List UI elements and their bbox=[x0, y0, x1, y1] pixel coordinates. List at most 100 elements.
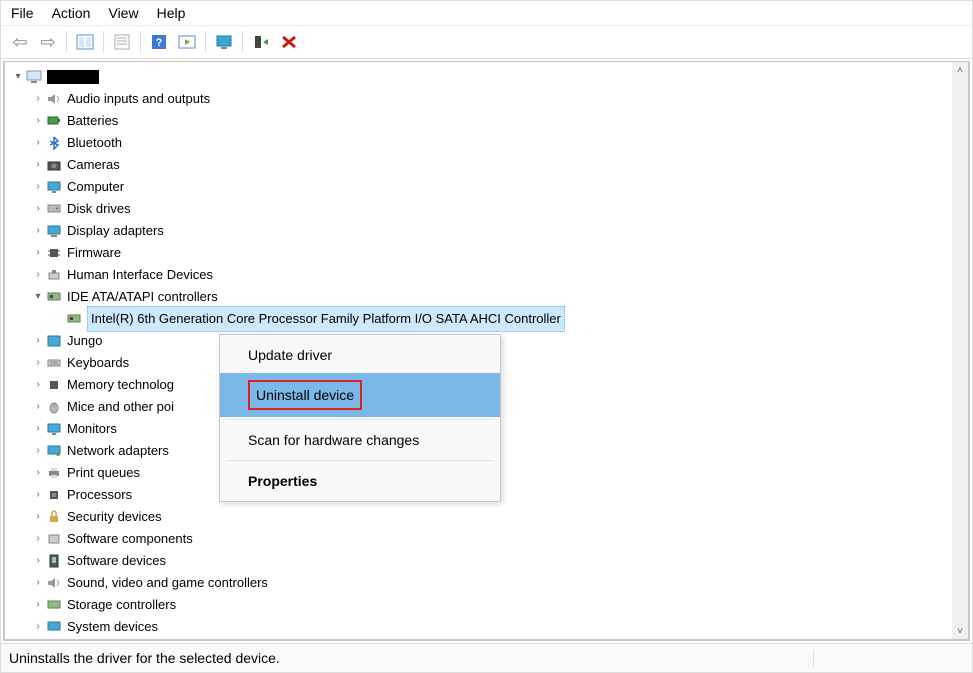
tree-category-system[interactable]: › System devices bbox=[5, 616, 968, 638]
expand-icon[interactable]: › bbox=[31, 264, 45, 286]
scan-hardware-button[interactable] bbox=[211, 30, 237, 54]
network-icon bbox=[45, 443, 63, 459]
panel-icon bbox=[76, 34, 94, 50]
expand-icon[interactable]: › bbox=[31, 484, 45, 506]
uninstall-button[interactable] bbox=[276, 30, 302, 54]
tree-category-sw-components[interactable]: › Software components bbox=[5, 528, 968, 550]
statusbar: Uninstalls the driver for the selected d… bbox=[1, 643, 972, 672]
expand-icon[interactable]: › bbox=[31, 176, 45, 198]
expand-icon[interactable]: › bbox=[31, 242, 45, 264]
tree-label: Network adapters bbox=[67, 440, 175, 462]
tree-category-cameras[interactable]: › Cameras bbox=[5, 154, 968, 176]
expand-icon[interactable]: › bbox=[31, 198, 45, 220]
hid-icon bbox=[45, 267, 63, 283]
context-menu: Update driver Uninstall device Scan for … bbox=[219, 334, 501, 502]
expand-icon[interactable]: › bbox=[31, 418, 45, 440]
status-separator bbox=[813, 650, 814, 666]
tree-category-storage[interactable]: › Storage controllers bbox=[5, 594, 968, 616]
help-button[interactable]: ? bbox=[146, 30, 172, 54]
expand-icon[interactable]: › bbox=[31, 616, 45, 638]
tree-label: Batteries bbox=[67, 110, 124, 132]
tree-label: System devices bbox=[67, 616, 164, 638]
scroll-down-icon[interactable]: ˅ bbox=[952, 623, 968, 639]
tree-category-ide-ata[interactable]: ▾ IDE ATA/ATAPI controllers bbox=[5, 286, 968, 308]
expand-icon[interactable]: › bbox=[31, 462, 45, 484]
toolbar-separator bbox=[66, 31, 67, 53]
expand-icon[interactable]: › bbox=[31, 220, 45, 242]
collapse-icon[interactable]: ▾ bbox=[11, 66, 25, 88]
x-icon bbox=[280, 34, 298, 50]
update-driver-button[interactable] bbox=[248, 30, 274, 54]
controller-icon bbox=[65, 311, 83, 327]
context-separator bbox=[226, 460, 494, 461]
status-text: Uninstalls the driver for the selected d… bbox=[9, 650, 813, 666]
tree-category-sound[interactable]: › Sound, video and game controllers bbox=[5, 572, 968, 594]
controller-icon bbox=[45, 597, 63, 613]
context-update-driver[interactable]: Update driver bbox=[220, 337, 500, 373]
tree-category-security[interactable]: › Security devices bbox=[5, 506, 968, 528]
lock-icon bbox=[45, 509, 63, 525]
properties-button[interactable] bbox=[109, 30, 135, 54]
vertical-scrollbar[interactable]: ˄ ˅ bbox=[952, 62, 968, 639]
expand-icon[interactable]: › bbox=[31, 572, 45, 594]
menu-action[interactable]: Action bbox=[52, 5, 91, 21]
forward-button[interactable]: ⇨ bbox=[35, 30, 61, 54]
tree-label: Sound, video and game controllers bbox=[67, 572, 274, 594]
tree-category-firmware[interactable]: › Firmware bbox=[5, 242, 968, 264]
mouse-icon bbox=[45, 399, 63, 415]
bluetooth-icon bbox=[45, 135, 63, 151]
expand-icon[interactable]: › bbox=[31, 440, 45, 462]
arrow-left-icon: ⇦ bbox=[12, 32, 27, 53]
tree-category-bluetooth[interactable]: › Bluetooth bbox=[5, 132, 968, 154]
expand-icon[interactable]: › bbox=[31, 352, 45, 374]
expand-icon[interactable]: › bbox=[31, 110, 45, 132]
expand-icon[interactable]: › bbox=[31, 330, 45, 352]
tree-label: Computer bbox=[67, 176, 130, 198]
tree-label: Security devices bbox=[67, 506, 168, 528]
tree-label: Human Interface Devices bbox=[67, 264, 219, 286]
expand-icon[interactable]: › bbox=[31, 506, 45, 528]
tree-label: Firmware bbox=[67, 242, 127, 264]
context-uninstall-label: Uninstall device bbox=[248, 380, 362, 410]
tree-category-disk-drives[interactable]: › Disk drives bbox=[5, 198, 968, 220]
controller-icon bbox=[45, 289, 63, 305]
expand-icon[interactable]: › bbox=[31, 154, 45, 176]
action-button[interactable] bbox=[174, 30, 200, 54]
tree-category-computer[interactable]: › Computer bbox=[5, 176, 968, 198]
menu-file[interactable]: File bbox=[11, 5, 34, 21]
collapse-icon[interactable]: ▾ bbox=[31, 286, 45, 308]
expand-icon[interactable]: › bbox=[31, 374, 45, 396]
menubar: File Action View Help bbox=[1, 1, 972, 26]
expand-icon[interactable]: › bbox=[31, 132, 45, 154]
tree-category-sw-devices[interactable]: › Software devices bbox=[5, 550, 968, 572]
monitor-icon bbox=[215, 34, 233, 50]
expand-icon[interactable]: › bbox=[31, 528, 45, 550]
toolbar-separator bbox=[242, 31, 243, 53]
tree-category-audio[interactable]: › Audio inputs and outputs bbox=[5, 88, 968, 110]
device-arrow-icon bbox=[252, 34, 270, 50]
tree-label: Monitors bbox=[67, 418, 123, 440]
expand-icon[interactable]: › bbox=[31, 594, 45, 616]
expand-icon[interactable]: › bbox=[31, 88, 45, 110]
expand-icon[interactable]: › bbox=[31, 550, 45, 572]
tree-category-hid[interactable]: › Human Interface Devices bbox=[5, 264, 968, 286]
keyboard-icon bbox=[45, 355, 63, 371]
tree-device-selected[interactable]: Intel(R) 6th Generation Core Processor F… bbox=[5, 308, 968, 330]
tree-root-row[interactable]: ▾ bbox=[5, 66, 968, 88]
back-button[interactable]: ⇦ bbox=[7, 30, 33, 54]
scroll-track[interactable] bbox=[952, 78, 968, 623]
tree-label: Memory technolog bbox=[67, 374, 180, 396]
arrow-right-icon: ⇨ bbox=[40, 32, 55, 53]
sheet-icon bbox=[113, 34, 131, 50]
tree-category-display-adapters[interactable]: › Display adapters bbox=[5, 220, 968, 242]
tree-category-batteries[interactable]: › Batteries bbox=[5, 110, 968, 132]
context-properties[interactable]: Properties bbox=[220, 463, 500, 499]
menu-view[interactable]: View bbox=[108, 5, 138, 21]
device-tree[interactable]: ▾ › Audio inputs and outputs › Batteries… bbox=[5, 62, 968, 639]
scroll-up-icon[interactable]: ˄ bbox=[952, 62, 968, 78]
expand-icon[interactable]: › bbox=[31, 396, 45, 418]
menu-help[interactable]: Help bbox=[157, 5, 186, 21]
show-hide-tree-button[interactable] bbox=[72, 30, 98, 54]
context-scan-hardware[interactable]: Scan for hardware changes bbox=[220, 422, 500, 458]
context-uninstall-device[interactable]: Uninstall device bbox=[220, 373, 500, 417]
